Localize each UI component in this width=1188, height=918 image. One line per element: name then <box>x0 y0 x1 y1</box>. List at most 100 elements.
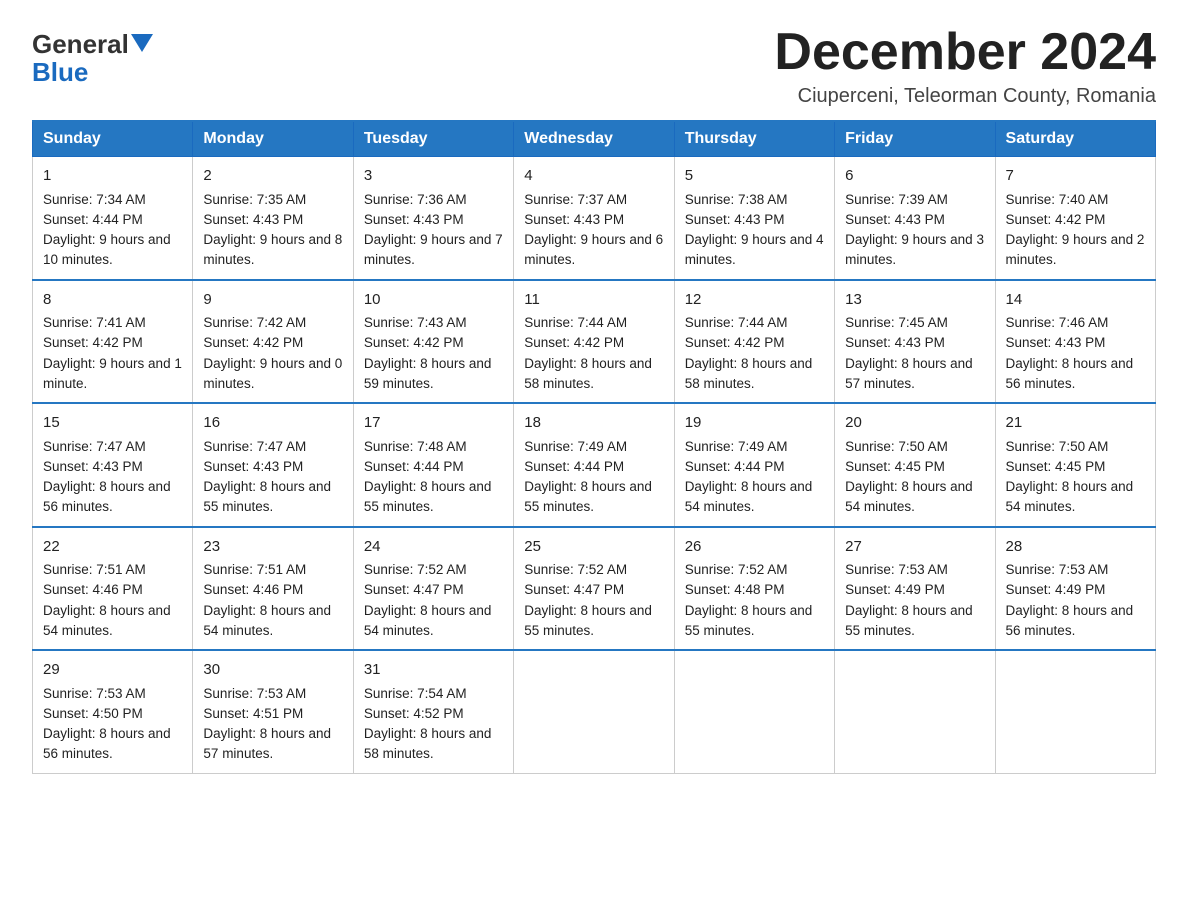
col-monday: Monday <box>193 121 353 157</box>
day-number: 23 <box>203 536 342 559</box>
table-row: 16 Sunrise: 7:47 AM Sunset: 4:43 PM Dayl… <box>193 403 353 527</box>
table-row: 27 Sunrise: 7:53 AM Sunset: 4:49 PM Dayl… <box>835 527 995 651</box>
sunrise-label: Sunrise: 7:43 AM <box>364 315 467 330</box>
daylight-label: Daylight: 8 hours and 58 minutes. <box>364 726 492 761</box>
day-number: 27 <box>845 536 984 559</box>
logo-text-blue: Blue <box>32 57 88 88</box>
calendar-week-row: 29 Sunrise: 7:53 AM Sunset: 4:50 PM Dayl… <box>33 650 1156 773</box>
sunrise-label: Sunrise: 7:50 AM <box>1006 439 1109 454</box>
sunset-label: Sunset: 4:45 PM <box>1006 459 1106 474</box>
day-number: 24 <box>364 536 503 559</box>
day-number: 18 <box>524 412 663 435</box>
sunrise-label: Sunrise: 7:40 AM <box>1006 192 1109 207</box>
daylight-label: Daylight: 8 hours and 55 minutes. <box>685 603 813 638</box>
sunset-label: Sunset: 4:46 PM <box>43 582 143 597</box>
daylight-label: Daylight: 8 hours and 54 minutes. <box>43 603 171 638</box>
daylight-label: Daylight: 8 hours and 55 minutes. <box>524 603 652 638</box>
day-number: 20 <box>845 412 984 435</box>
daylight-label: Daylight: 9 hours and 0 minutes. <box>203 356 342 391</box>
table-row: 5 Sunrise: 7:38 AM Sunset: 4:43 PM Dayli… <box>674 157 834 280</box>
table-row <box>835 650 995 773</box>
calendar-week-row: 22 Sunrise: 7:51 AM Sunset: 4:46 PM Dayl… <box>33 527 1156 651</box>
calendar-week-row: 1 Sunrise: 7:34 AM Sunset: 4:44 PM Dayli… <box>33 157 1156 280</box>
sunrise-label: Sunrise: 7:48 AM <box>364 439 467 454</box>
sunrise-label: Sunrise: 7:36 AM <box>364 192 467 207</box>
table-row <box>514 650 674 773</box>
sunrise-label: Sunrise: 7:54 AM <box>364 686 467 701</box>
daylight-label: Daylight: 8 hours and 56 minutes. <box>43 726 171 761</box>
day-number: 13 <box>845 289 984 312</box>
day-number: 3 <box>364 165 503 188</box>
table-row <box>995 650 1155 773</box>
sunrise-label: Sunrise: 7:34 AM <box>43 192 146 207</box>
daylight-label: Daylight: 8 hours and 54 minutes. <box>1006 479 1134 514</box>
day-number: 16 <box>203 412 342 435</box>
sunrise-label: Sunrise: 7:47 AM <box>43 439 146 454</box>
daylight-label: Daylight: 8 hours and 56 minutes. <box>43 479 171 514</box>
daylight-label: Daylight: 9 hours and 7 minutes. <box>364 232 503 267</box>
day-number: 12 <box>685 289 824 312</box>
sunset-label: Sunset: 4:43 PM <box>685 212 785 227</box>
day-number: 8 <box>43 289 182 312</box>
location-title: Ciuperceni, Teleorman County, Romania <box>774 85 1156 108</box>
daylight-label: Daylight: 8 hours and 57 minutes. <box>203 726 331 761</box>
sunset-label: Sunset: 4:44 PM <box>364 459 464 474</box>
sunset-label: Sunset: 4:42 PM <box>685 335 785 350</box>
calendar-header-row: Sunday Monday Tuesday Wednesday Thursday… <box>33 121 1156 157</box>
sunrise-label: Sunrise: 7:51 AM <box>43 562 146 577</box>
day-number: 9 <box>203 289 342 312</box>
sunrise-label: Sunrise: 7:52 AM <box>685 562 788 577</box>
table-row: 4 Sunrise: 7:37 AM Sunset: 4:43 PM Dayli… <box>514 157 674 280</box>
sunrise-label: Sunrise: 7:45 AM <box>845 315 948 330</box>
sunset-label: Sunset: 4:43 PM <box>364 212 464 227</box>
daylight-label: Daylight: 8 hours and 58 minutes. <box>685 356 813 391</box>
sunset-label: Sunset: 4:45 PM <box>845 459 945 474</box>
day-number: 17 <box>364 412 503 435</box>
day-number: 29 <box>43 659 182 682</box>
sunset-label: Sunset: 4:51 PM <box>203 706 303 721</box>
col-sunday: Sunday <box>33 121 193 157</box>
sunrise-label: Sunrise: 7:49 AM <box>685 439 788 454</box>
day-number: 15 <box>43 412 182 435</box>
sunset-label: Sunset: 4:42 PM <box>203 335 303 350</box>
logo: General Blue <box>32 28 153 88</box>
table-row: 23 Sunrise: 7:51 AM Sunset: 4:46 PM Dayl… <box>193 527 353 651</box>
day-number: 5 <box>685 165 824 188</box>
daylight-label: Daylight: 9 hours and 6 minutes. <box>524 232 663 267</box>
daylight-label: Daylight: 9 hours and 1 minute. <box>43 356 182 391</box>
table-row: 11 Sunrise: 7:44 AM Sunset: 4:42 PM Dayl… <box>514 280 674 404</box>
table-row: 18 Sunrise: 7:49 AM Sunset: 4:44 PM Dayl… <box>514 403 674 527</box>
sunset-label: Sunset: 4:44 PM <box>43 212 143 227</box>
table-row: 21 Sunrise: 7:50 AM Sunset: 4:45 PM Dayl… <box>995 403 1155 527</box>
day-number: 10 <box>364 289 503 312</box>
daylight-label: Daylight: 8 hours and 55 minutes. <box>203 479 331 514</box>
daylight-label: Daylight: 9 hours and 10 minutes. <box>43 232 171 267</box>
daylight-label: Daylight: 8 hours and 54 minutes. <box>685 479 813 514</box>
daylight-label: Daylight: 8 hours and 54 minutes. <box>364 603 492 638</box>
daylight-label: Daylight: 8 hours and 54 minutes. <box>845 479 973 514</box>
table-row: 29 Sunrise: 7:53 AM Sunset: 4:50 PM Dayl… <box>33 650 193 773</box>
sunrise-label: Sunrise: 7:53 AM <box>1006 562 1109 577</box>
table-row: 26 Sunrise: 7:52 AM Sunset: 4:48 PM Dayl… <box>674 527 834 651</box>
day-number: 28 <box>1006 536 1145 559</box>
daylight-label: Daylight: 9 hours and 8 minutes. <box>203 232 342 267</box>
day-number: 7 <box>1006 165 1145 188</box>
sunset-label: Sunset: 4:48 PM <box>685 582 785 597</box>
sunset-label: Sunset: 4:43 PM <box>203 459 303 474</box>
table-row: 8 Sunrise: 7:41 AM Sunset: 4:42 PM Dayli… <box>33 280 193 404</box>
col-thursday: Thursday <box>674 121 834 157</box>
sunset-label: Sunset: 4:43 PM <box>524 212 624 227</box>
sunrise-label: Sunrise: 7:37 AM <box>524 192 627 207</box>
calendar-week-row: 8 Sunrise: 7:41 AM Sunset: 4:42 PM Dayli… <box>33 280 1156 404</box>
sunrise-label: Sunrise: 7:52 AM <box>524 562 627 577</box>
sunset-label: Sunset: 4:47 PM <box>524 582 624 597</box>
table-row: 15 Sunrise: 7:47 AM Sunset: 4:43 PM Dayl… <box>33 403 193 527</box>
col-friday: Friday <box>835 121 995 157</box>
col-wednesday: Wednesday <box>514 121 674 157</box>
sunrise-label: Sunrise: 7:38 AM <box>685 192 788 207</box>
day-number: 6 <box>845 165 984 188</box>
daylight-label: Daylight: 8 hours and 55 minutes. <box>364 479 492 514</box>
sunset-label: Sunset: 4:49 PM <box>845 582 945 597</box>
sunset-label: Sunset: 4:43 PM <box>1006 335 1106 350</box>
table-row: 14 Sunrise: 7:46 AM Sunset: 4:43 PM Dayl… <box>995 280 1155 404</box>
